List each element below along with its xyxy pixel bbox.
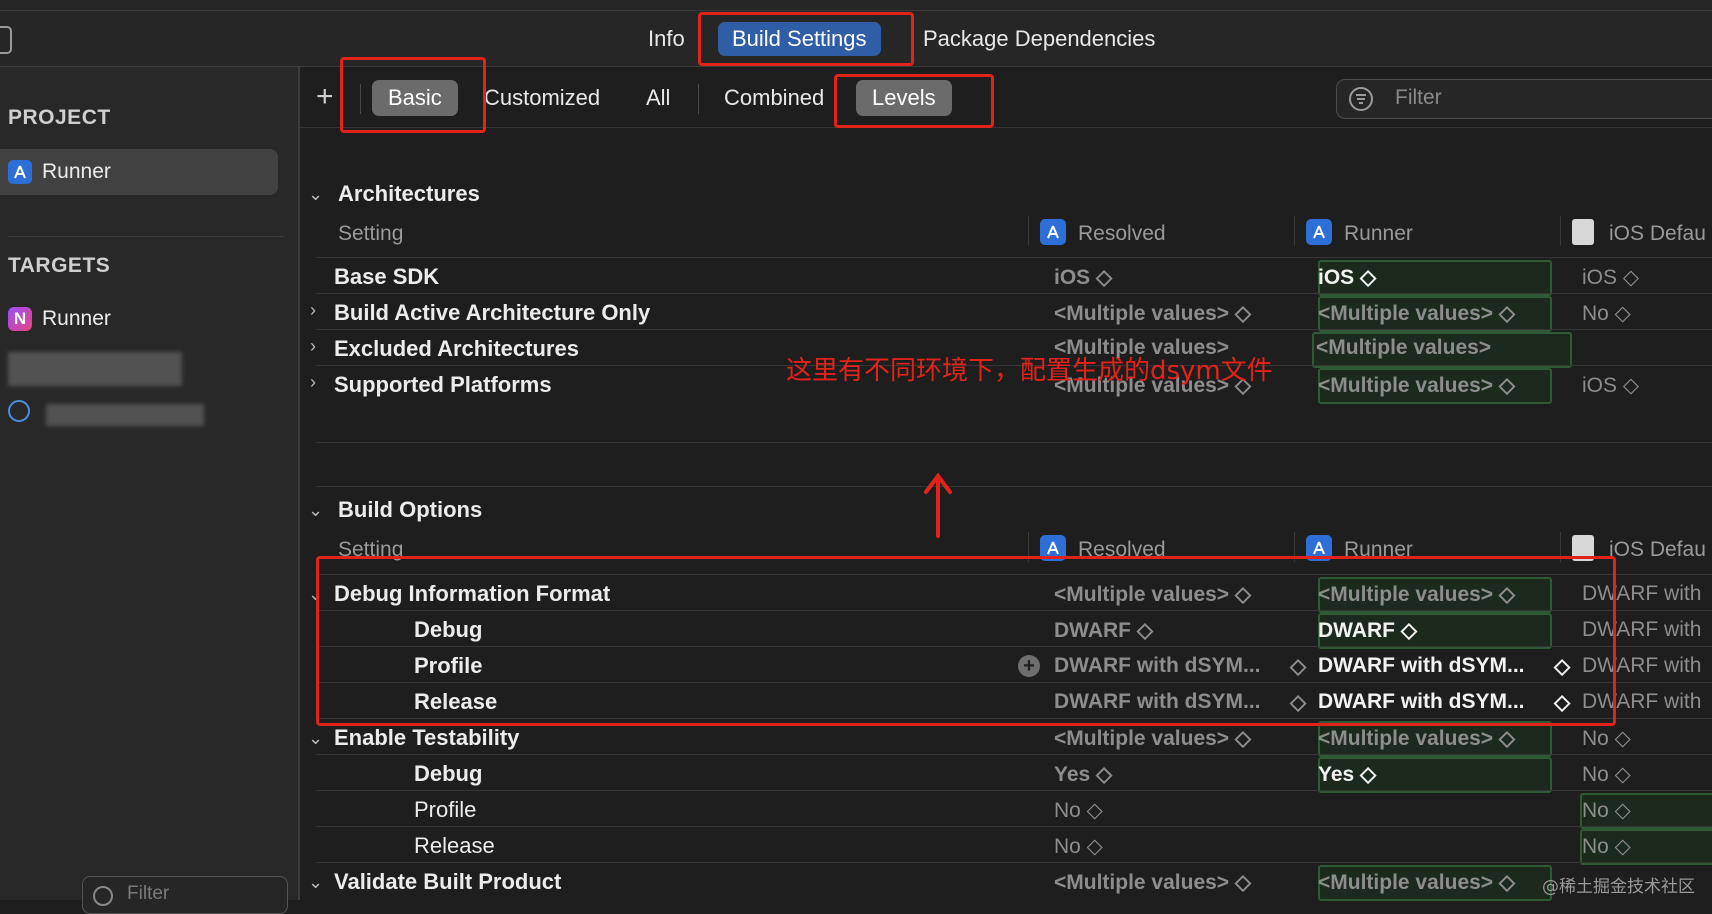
sidebar-filter-placeholder: Filter [127, 883, 170, 904]
resolved-value: No ◇ [1054, 835, 1103, 858]
ios-default-value: No ◇ [1582, 763, 1631, 786]
setting-build-active-architecture-only[interactable]: Build Active Architecture Only [334, 300, 650, 326]
ios-default-value: iOS ◇ [1582, 266, 1639, 289]
sidebar-item-target-runner[interactable]: N Runner [0, 296, 278, 342]
section-title-architectures: Architectures [338, 181, 480, 206]
blurred-target-item[interactable] [46, 404, 204, 426]
settings-filter-field[interactable]: Filter [1336, 79, 1712, 119]
collapse-chevron-icon[interactable]: ⌄ [308, 728, 323, 749]
ios-default-level-icon [1572, 219, 1594, 245]
ios-default-value: No ◇ [1582, 799, 1631, 822]
collapse-chevron-icon[interactable]: ⌄ [308, 500, 323, 521]
runner-value[interactable]: Yes ◇ [1318, 762, 1376, 787]
row-divider [316, 754, 1712, 755]
filter-icon [93, 886, 113, 906]
add-setting-button[interactable]: + [316, 80, 334, 114]
column-header-setting: Setting [338, 222, 404, 245]
resolved-value: <Multiple values> ◇ [1054, 727, 1252, 750]
setting-supported-platforms[interactable]: Supported Platforms [334, 372, 552, 398]
watermark: @稀土掘金技术社区 [1542, 877, 1695, 897]
column-header-ios-default: iOS Defau [1609, 222, 1706, 245]
resolved-value: No ◇ [1054, 799, 1103, 822]
setting-profile-config[interactable]: Profile [414, 797, 476, 823]
expand-chevron-icon[interactable]: › [310, 336, 316, 357]
settings-filter-placeholder: Filter [1395, 86, 1442, 109]
project-header: PROJECT [8, 106, 111, 129]
resolved-value: Yes ◇ [1054, 763, 1113, 786]
blurred-target-item[interactable] [8, 352, 182, 386]
sidebar-toggle-icon[interactable] [0, 26, 12, 54]
tab-package-dependencies[interactable]: Package Dependencies [909, 22, 1169, 56]
target-app-icon: N [8, 307, 32, 331]
row-divider [316, 486, 1712, 487]
runner-value[interactable]: iOS ◇ [1318, 265, 1376, 290]
setting-base-sdk[interactable]: Base SDK [334, 264, 439, 290]
column-header-resolved: Resolved [1078, 222, 1166, 245]
column-header-ios-default: iOS Defau [1609, 538, 1706, 561]
column-divider [1560, 216, 1561, 246]
column-divider [1028, 216, 1029, 246]
resolved-level-icon [1040, 219, 1066, 245]
highlight-box-levels [834, 74, 994, 128]
runner-value[interactable]: <Multiple values> ◇ [1318, 373, 1515, 398]
scope-all-button[interactable]: All [636, 80, 680, 116]
tab-info[interactable]: Info [634, 22, 699, 56]
extension-target-icon [8, 400, 30, 422]
targets-header: TARGETS [8, 254, 111, 277]
top-divider [0, 10, 1712, 11]
runner-value[interactable]: <Multiple values> [1316, 336, 1491, 360]
scope-customized-button[interactable]: Customized [474, 80, 610, 116]
collapse-chevron-icon[interactable]: ⌄ [308, 872, 323, 893]
runner-value[interactable]: <Multiple values> ◇ [1318, 726, 1515, 751]
column-divider [1294, 216, 1295, 246]
filter-icon [1349, 87, 1373, 111]
setting-validate-built-product[interactable]: Validate Built Product [334, 869, 561, 895]
annotation-text: 这里有不同环境下，配置生成的dsym文件 [786, 356, 1273, 386]
toolbar-separator [698, 84, 699, 114]
resolved-value: <Multiple values> ◇ [1054, 302, 1252, 325]
ios-default-value: No ◇ [1582, 835, 1631, 858]
setting-debug-config[interactable]: Debug [414, 761, 482, 787]
row-divider [316, 257, 1712, 258]
resolved-value: iOS ◇ [1054, 266, 1113, 289]
ios-default-value: No ◇ [1582, 727, 1631, 750]
row-divider [316, 790, 1712, 791]
section-title-build-options: Build Options [338, 497, 483, 522]
runner-value[interactable]: <Multiple values> ◇ [1318, 301, 1515, 326]
sidebar-item-label: Runner [42, 307, 111, 330]
ios-default-value: iOS ◇ [1582, 374, 1639, 397]
xcode-app-icon [8, 160, 32, 184]
runner-value[interactable]: <Multiple values> ◇ [1318, 870, 1515, 895]
highlight-box-basic [340, 57, 486, 133]
expand-chevron-icon[interactable]: › [310, 300, 316, 321]
collapse-chevron-icon[interactable]: ⌄ [308, 184, 323, 205]
row-divider [316, 862, 1712, 863]
highlight-box-build-settings [698, 12, 914, 66]
row-divider [316, 293, 1712, 294]
setting-enable-testability[interactable]: Enable Testability [334, 725, 519, 751]
sidebar-item-label: Runner [42, 160, 111, 183]
column-header-runner: Runner [1344, 222, 1413, 245]
resolved-value: <Multiple values> ◇ [1054, 871, 1252, 894]
setting-release-config[interactable]: Release [414, 833, 495, 859]
row-divider [316, 329, 1712, 330]
row-divider [316, 826, 1712, 827]
row-divider [316, 442, 1712, 443]
ios-default-value: No ◇ [1582, 302, 1631, 325]
annotation-arrow-icon [924, 472, 952, 538]
highlight-box-debug-information-format [316, 556, 1616, 726]
runner-level-icon [1306, 219, 1332, 245]
sidebar-item-project-runner[interactable]: Runner [0, 149, 278, 195]
sidebar-divider [8, 236, 284, 237]
view-combined-button[interactable]: Combined [714, 80, 834, 116]
sidebar-filter-field[interactable]: Filter [82, 876, 288, 914]
setting-excluded-architectures[interactable]: Excluded Architectures [334, 336, 579, 362]
expand-chevron-icon[interactable]: › [310, 372, 316, 393]
